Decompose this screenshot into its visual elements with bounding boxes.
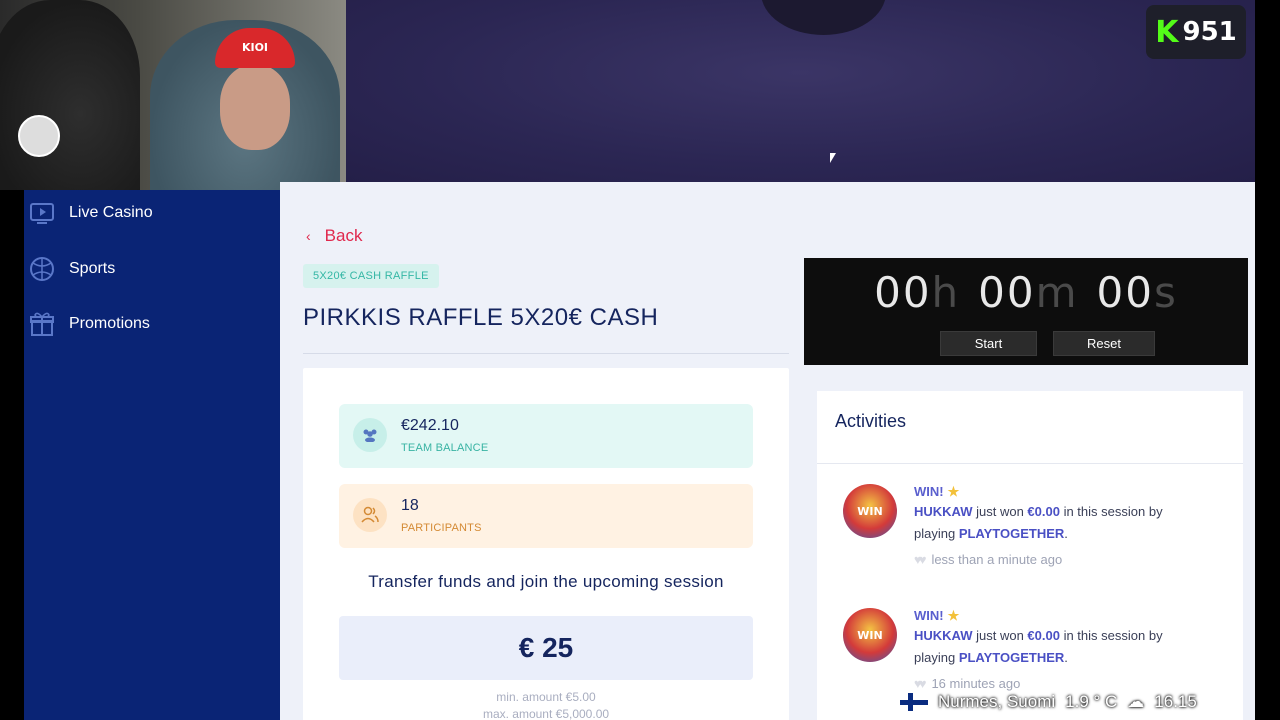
star-icon: ★ [947,608,960,623]
activity-amount: €0.00 [1027,628,1060,643]
divider [303,353,789,354]
participants-caption: PARTICIPANTS [401,522,482,534]
viewer-count: 951 [1182,17,1237,47]
win-label: WIN! [914,484,944,499]
team-balance-caption: TEAM BALANCE [401,442,489,454]
activity-amount: €0.00 [1027,504,1060,519]
win-badge: WIN! ★ [914,484,959,500]
activity-item: WIN WIN! ★ HUKKAW just won €0.00 in this … [817,484,1243,594]
kick-viewer-badge: K 951 [1146,5,1246,59]
sidebar-item-sports[interactable]: Sports [24,247,280,291]
activity-dot: . [1064,650,1068,665]
heart-icon: ♥♥ [914,552,927,567]
mouse-cursor-icon [830,153,836,163]
sidebar-item-live-casino[interactable]: Live Casino [24,191,280,235]
activity-text-2: playing PLAYTOGETHER. [914,647,1214,669]
activity-text: HUKKAW just won €0.00 in this session by [914,625,1214,647]
temperature-text: 1.9 ° C [1065,692,1118,711]
kick-logo-icon: K [1155,14,1179,50]
sidebar: Live Casino Sports Promotions [24,190,280,720]
cloud-icon: ☁ [1127,692,1145,711]
clock-text: 16.15 [1154,692,1197,711]
banner-avatar [761,0,886,35]
page-title: PIRKKIS RAFFLE 5X20€ CASH [303,304,659,331]
activity-game[interactable]: PLAYTOGETHER [959,526,1064,541]
activities-panel: Activities WIN WIN! ★ HUKKAW just won €0.… [817,391,1243,720]
streamer-left [0,0,140,190]
amount-input[interactable]: € 25 [339,616,753,680]
countdown-timer: 00h 00m 00s Start Reset [804,258,1248,365]
users-icon [353,498,387,532]
activity-game[interactable]: PLAYTOGETHER [959,650,1064,665]
participants-card: 18 PARTICIPANTS [339,484,753,548]
chevron-left-icon: ‹ [306,228,311,244]
activity-time-text: less than a minute ago [931,552,1063,567]
win-slot-icon: WIN [843,608,897,662]
back-label: Back [324,226,363,245]
activity-user[interactable]: HUKKAW [914,504,973,519]
activity-playing: playing [914,650,959,665]
tv-icon [30,203,54,224]
gift-icon [30,312,54,336]
timer-hours: 00 [874,268,932,317]
finland-flag-icon [900,693,928,711]
activity-time: ♥♥ less than a minute ago [914,552,1062,567]
raffle-card: €242.10 TEAM BALANCE 18 PARTICIPANTS Tra… [303,368,789,720]
activity-dot: . [1064,526,1068,541]
location-text: Nurmes, Suomi [938,692,1056,711]
streamer-face [220,65,290,150]
timer-seconds-unit: s [1154,268,1178,317]
max-amount-note: max. amount €5,000.00 [482,707,610,720]
activity-user[interactable]: HUKKAW [914,628,973,643]
webcam-overlay: KIOI [0,0,346,190]
activity-text: HUKKAW just won €0.00 in this session by [914,501,1214,523]
win-slot-icon: WIN [843,484,897,538]
join-instructions: Transfer funds and join the upcoming ses… [368,572,724,591]
timer-hours-unit: h [931,268,961,317]
timer-start-button[interactable]: Start [940,331,1037,356]
win-badge: WIN! ★ [914,608,959,624]
team-balance-value: €242.10 [401,417,459,434]
timer-seconds: 00 [1096,268,1154,317]
back-link[interactable]: ‹ Back [306,226,362,246]
activity-playing: playing [914,526,959,541]
raffle-tag: 5X20€ CASH RAFFLE [303,264,439,288]
timer-minutes-unit: m [1035,268,1079,317]
stream-banner [346,0,1255,182]
star-icon: ★ [947,484,960,499]
sidebar-item-label: Live Casino [69,204,153,221]
sidebar-item-label: Promotions [69,315,150,332]
activity-text-2: playing PLAYTOGETHER. [914,523,1214,545]
win-label: WIN! [914,608,944,623]
min-amount-note: min. amount €5.00 [496,690,596,704]
team-balance-card: €242.10 TEAM BALANCE [339,404,753,468]
team-icon [353,418,387,452]
sidebar-item-promotions[interactable]: Promotions [24,302,280,346]
ball-icon [30,257,54,281]
timer-display: 00h 00m 00s [804,268,1248,317]
activity-tail: in this session by [1059,504,1163,519]
timer-reset-button[interactable]: Reset [1053,331,1155,356]
hoodie-logo [18,115,60,157]
activity-tail: in this session by [1059,628,1163,643]
timer-minutes: 00 [978,268,1036,317]
stream-info-bar: Nurmes, Suomi 1.9 ° C ☁ 16.15 [900,688,1260,716]
sidebar-item-label: Sports [69,260,116,277]
activity-mid: just won [972,504,1028,519]
participants-value: 18 [401,497,419,514]
activities-title: Activities [835,411,907,431]
activity-mid: just won [972,628,1028,643]
activities-header: Activities [817,391,1243,464]
